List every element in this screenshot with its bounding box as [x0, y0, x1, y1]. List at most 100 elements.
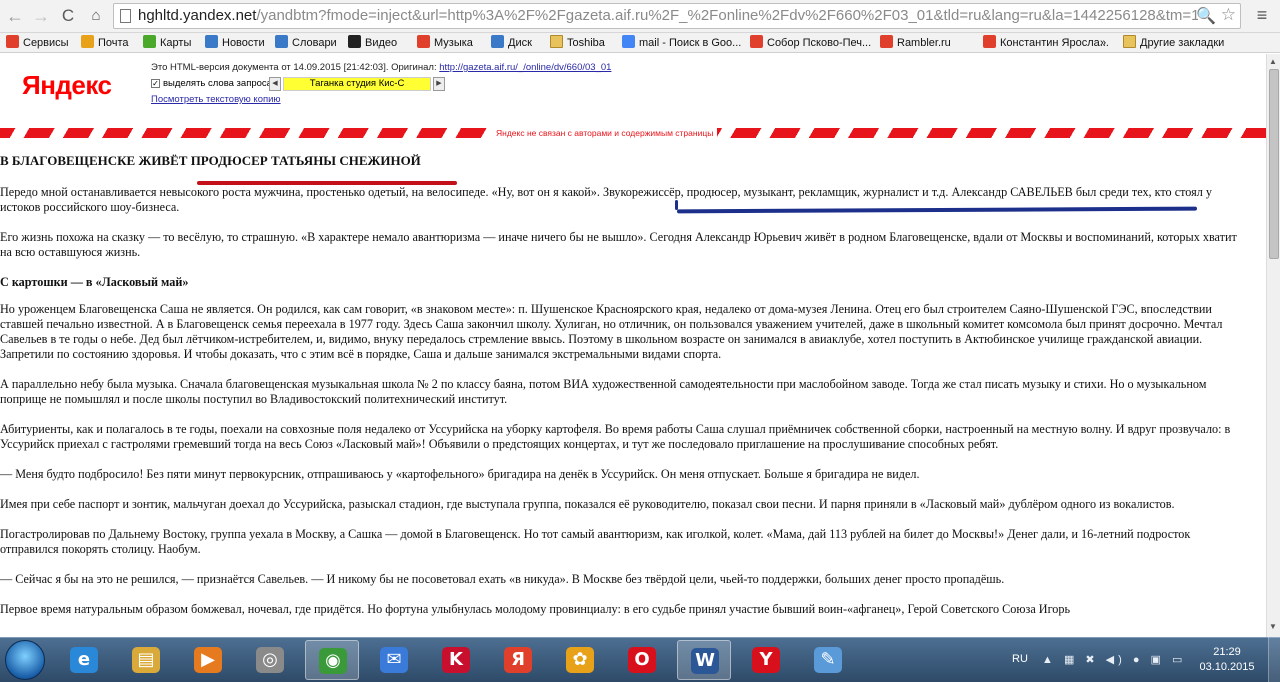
- bookmark-label: »: [1100, 37, 1107, 49]
- bookmark-label: Музыка: [434, 37, 473, 49]
- highlight-term: Таганка студия Кис-С: [283, 77, 431, 91]
- scroll-down-icon[interactable]: ▼: [1269, 622, 1277, 631]
- bookmark-item[interactable]: Сервисы: [6, 35, 69, 51]
- article-paragraph: Имея при себе паспорт и зонтик, мальчуга…: [0, 497, 1175, 511]
- bookmark-label: Константин Яросла...: [1000, 37, 1109, 49]
- media-player-icon: ▶: [194, 647, 222, 673]
- bookmark-item[interactable]: mail - Поиск в Goo...: [622, 35, 741, 51]
- yandex-logo[interactable]: Яндекс: [22, 70, 112, 101]
- bookmark-item[interactable]: Видео: [348, 35, 397, 51]
- bookmark-label: mail - Поиск в Goo...: [639, 37, 742, 49]
- disclaimer-text: Яндекс не связан с авторами и содержимым…: [492, 128, 718, 138]
- bookmark-item[interactable]: Почта: [81, 35, 129, 51]
- highlight-checkbox[interactable]: ✓: [151, 79, 160, 88]
- chrome-icon: ◉: [319, 648, 347, 674]
- taskbar-cd-burner-button[interactable]: ◎: [243, 640, 297, 680]
- kaspersky-icon: K: [442, 647, 470, 673]
- text-copy-link[interactable]: Посмотреть текстовую копию: [151, 94, 281, 105]
- taskbar-opera-button[interactable]: O: [615, 640, 669, 680]
- bookmark-item[interactable]: Новости: [205, 35, 265, 51]
- bookmark-label: Почта: [98, 37, 129, 49]
- bookmark-label: Другие закладки: [1140, 37, 1225, 49]
- cd-burner-icon: ◎: [256, 647, 284, 673]
- bookmark-label: Собор Псково-Печ...: [767, 37, 872, 49]
- taskbar-chrome-button[interactable]: ◉: [305, 640, 359, 680]
- internet-explorer-icon: e: [70, 647, 98, 673]
- forward-button[interactable]: →: [30, 5, 52, 27]
- article-paragraph: Погастролировав по Дальнему Востоку, гру…: [0, 527, 1191, 556]
- page-icon: [120, 9, 131, 23]
- bookmark-item[interactable]: Rambler.ru: [880, 35, 951, 51]
- taskbar-icq-button[interactable]: ✿: [553, 640, 607, 680]
- taskbar-internet-explorer-button[interactable]: e: [57, 640, 111, 680]
- home-button[interactable]: ⌂: [85, 5, 107, 27]
- start-button[interactable]: [5, 640, 45, 680]
- cache-info: Это HTML-версия документа от 14.09.2015 …: [151, 62, 611, 74]
- article: В БЛАГОВЕЩЕНСКЕ ЖИВЁТ ПРОДЮСЕР ТАТЬЯНЫ С…: [0, 153, 1250, 632]
- bookmark-label: Toshiba: [567, 37, 605, 49]
- scroll-up-icon[interactable]: ▲: [1269, 57, 1277, 66]
- browser-menu-button[interactable]: ≡: [1251, 6, 1273, 26]
- icq-icon: ✿: [566, 647, 594, 673]
- show-desktop-button[interactable]: [1268, 637, 1280, 682]
- opera-icon: O: [628, 647, 656, 673]
- yandex-icon: [750, 35, 763, 48]
- bookmark-item[interactable]: Словари: [275, 35, 337, 51]
- page-scrollbar[interactable]: ▲ ▼: [1266, 54, 1280, 637]
- bookmark-label: Новости: [222, 37, 265, 49]
- bookmark-item[interactable]: Другие закладки: [1123, 35, 1224, 51]
- clock-date[interactable]: 03.10.2015: [1192, 660, 1262, 675]
- url-text[interactable]: hghltd.yandex.net/yandbtm?fmode=inject&u…: [138, 7, 1198, 24]
- highlight-prev-button[interactable]: ◀: [269, 77, 281, 91]
- windows-taskbar: e ▤ ▶ ◎ ◉ ✉ K Я ✿ O W Y ✎ RU ▲ ▦ ✖ ◀) ● ▣ ▭ 21:29 03…: [0, 637, 1280, 682]
- bookmark-item[interactable]: Музыка: [417, 35, 473, 51]
- bookmark-label: Карты: [160, 37, 192, 49]
- file-explorer-icon: ▤: [132, 647, 160, 673]
- article-paragraph: Но уроженцем Благовещенска Саша не являе…: [0, 302, 1223, 361]
- bookmark-label: Сервисы: [23, 37, 69, 49]
- bookmark-item[interactable]: Карты: [143, 35, 191, 51]
- taskbar-yandex-browser-button[interactable]: Y: [739, 640, 793, 680]
- bookmark-item[interactable]: »: [1100, 35, 1106, 51]
- reload-button[interactable]: C: [57, 5, 79, 27]
- taskbar-media-player-button[interactable]: ▶: [181, 640, 235, 680]
- taskbar-yandex-button[interactable]: Я: [491, 640, 545, 680]
- scroll-thumb[interactable]: [1269, 69, 1279, 259]
- dictionary-icon: [275, 35, 288, 48]
- address-bar[interactable]: hghltd.yandex.net/yandbtm?fmode=inject&u…: [113, 3, 1241, 29]
- yandex-browser-icon: Y: [752, 647, 780, 673]
- bookmark-item[interactable]: Диск: [491, 35, 532, 51]
- bookmark-label: Словари: [292, 37, 337, 49]
- article-subheading: С картошки — в «Ласковый май»: [0, 275, 189, 289]
- video-icon: [348, 35, 361, 48]
- maps-icon: [143, 35, 156, 48]
- bookmark-item[interactable]: Toshiba: [550, 35, 605, 51]
- taskbar-file-explorer-button[interactable]: ▤: [119, 640, 173, 680]
- bookmarks-bar: Сервисы Почта Карты Новости Словари Видео Музы…: [0, 33, 1280, 53]
- system-tray: RU ▲ ▦ ✖ ◀) ● ▣ ▭ 21:29 03.10.2015: [1006, 640, 1280, 680]
- bookmark-item[interactable]: Константин Яросла...: [983, 35, 1109, 51]
- mail-icon: [81, 35, 94, 48]
- news-icon: [205, 35, 218, 48]
- tray-icons[interactable]: ▲ ▦ ✖ ◀) ● ▣ ▭: [1042, 653, 1186, 666]
- bookmark-star-icon[interactable]: ☆: [1221, 5, 1236, 25]
- yandex-cache-header: Яндекс Это HTML-версия документа от 14.0…: [0, 54, 1266, 126]
- paint-icon: ✎: [814, 647, 842, 673]
- bookmark-label: Диск: [508, 37, 532, 49]
- highlight-next-button[interactable]: ▶: [433, 77, 445, 91]
- google-icon: [622, 35, 635, 48]
- back-button[interactable]: ←: [4, 5, 26, 27]
- folder-icon: [550, 35, 563, 48]
- original-link[interactable]: http://gazeta.aif.ru/_/online/dv/660/03_…: [439, 62, 611, 73]
- zoom-icon[interactable]: 🔍: [1196, 6, 1216, 26]
- red-underline-annotation: [197, 181, 457, 185]
- bookmark-item[interactable]: Собор Псково-Печ...: [750, 35, 871, 51]
- taskbar-word-button[interactable]: W: [677, 640, 731, 680]
- language-indicator[interactable]: RU: [1012, 653, 1028, 665]
- taskbar-mail-button[interactable]: ✉: [367, 640, 421, 680]
- taskbar-kaspersky-button[interactable]: K: [429, 640, 483, 680]
- clock-time[interactable]: 21:29: [1192, 645, 1262, 660]
- yandex-icon: [983, 35, 996, 48]
- music-icon: [417, 35, 430, 48]
- taskbar-paint-button[interactable]: ✎: [801, 640, 855, 680]
